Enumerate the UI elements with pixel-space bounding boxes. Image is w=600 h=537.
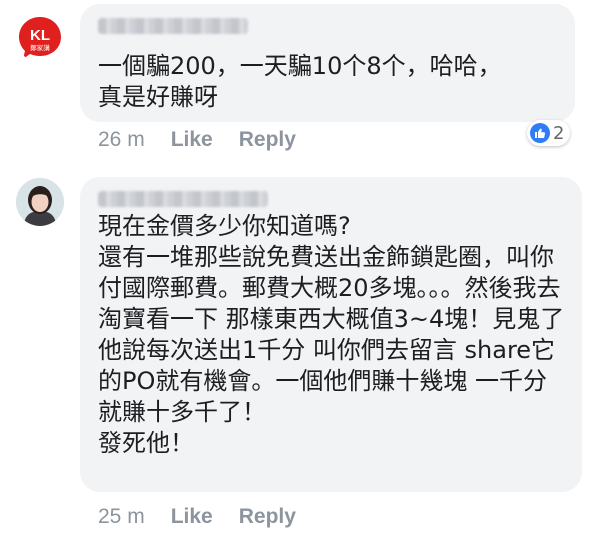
comment-actions: 26 m Like Reply: [98, 128, 296, 152]
comment-bubble: 一個騙200，一天騙10个8个，哈哈， 真是好賺呀: [80, 4, 575, 122]
comment-timestamp[interactable]: 25 m: [98, 505, 145, 529]
avatar[interactable]: [16, 178, 64, 226]
reaction-count: 2: [553, 122, 565, 144]
thumbs-up-icon: [530, 123, 550, 143]
comment-text: 現在金價多少你知道嗎? 還有一堆那些說免費送出金飾鎖匙圈，叫你付國際郵費。郵費大…: [98, 212, 565, 457]
comment-actions: 25 m Like Reply: [98, 505, 296, 529]
profile-photo-icon: [16, 178, 64, 226]
reaction-summary[interactable]: 2: [527, 120, 571, 146]
avatar-logo-text: KL: [30, 27, 50, 44]
comment-text: 一個騙200，一天騙10个8个，哈哈， 真是好賺呀: [98, 52, 502, 111]
comment-bubble: 現在金價多少你知道嗎? 還有一堆那些說免費送出金飾鎖匙圈，叫你付國際郵費。郵費大…: [80, 177, 582, 492]
reply-button[interactable]: Reply: [239, 128, 296, 152]
kl-logo-icon: KL 鄭家講: [19, 17, 61, 59]
reply-button[interactable]: Reply: [239, 505, 296, 529]
blurred-author-name[interactable]: [98, 18, 248, 34]
like-button[interactable]: Like: [171, 505, 213, 529]
avatar[interactable]: KL 鄭家講: [16, 14, 64, 62]
like-button[interactable]: Like: [171, 128, 213, 152]
blurred-author-name[interactable]: [98, 191, 268, 207]
comment-timestamp[interactable]: 26 m: [98, 128, 145, 152]
avatar-logo-subtext: 鄭家講: [30, 43, 50, 52]
